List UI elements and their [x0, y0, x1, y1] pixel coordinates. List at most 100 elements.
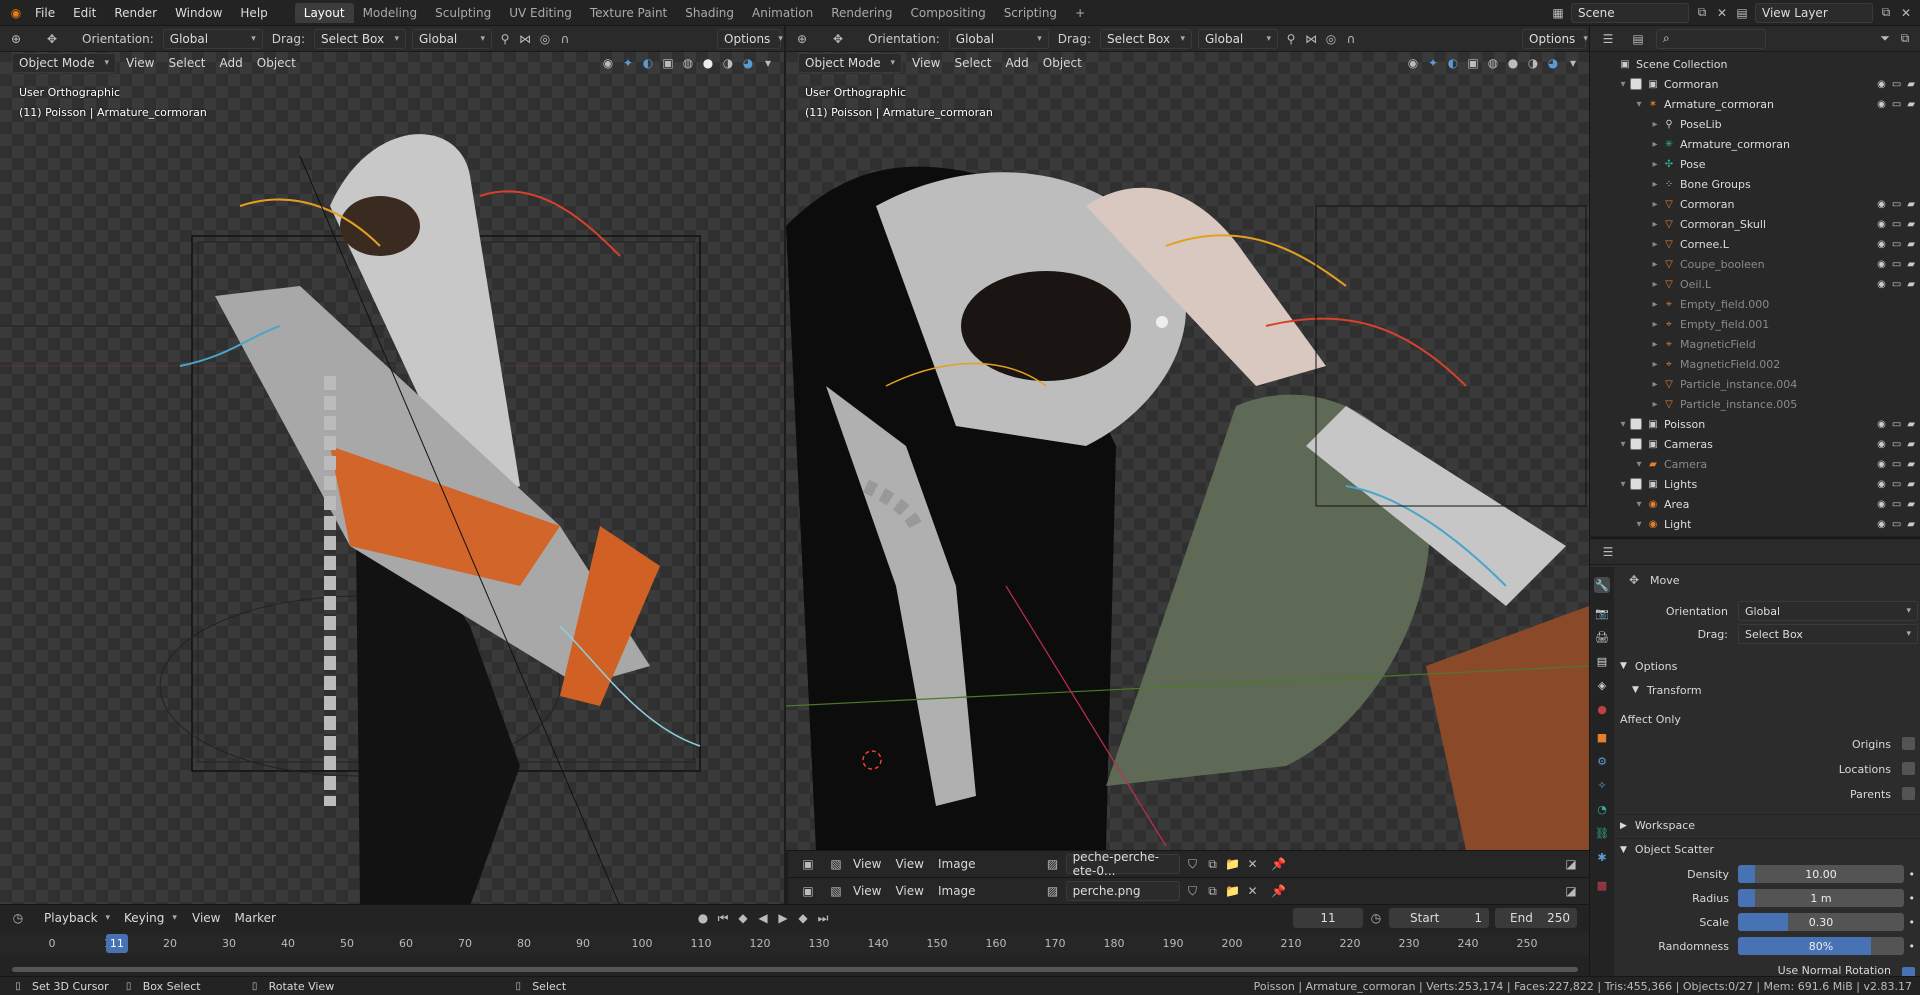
image-browse-icon[interactable]: ▨ [1043, 881, 1063, 901]
viewport-icon[interactable]: ▭ [1892, 279, 1901, 290]
fake-user-icon[interactable]: ⛉ [1183, 854, 1203, 874]
open-image-icon[interactable]: 📁 [1223, 881, 1243, 901]
outliner-row[interactable]: ▾ ✶ Armature_cormoran ◉ ▭ ▰ [1590, 94, 1920, 114]
tab-scripting[interactable]: Scripting [995, 3, 1066, 23]
outliner-row[interactable]: ▾ ◉ Area ◉ ▭ ▰ [1590, 494, 1920, 514]
object-tab-icon[interactable]: ■ [1594, 729, 1610, 745]
add-workspace-button[interactable]: + [1066, 3, 1094, 23]
world-tab-icon[interactable]: ● [1594, 701, 1610, 717]
object-scatter-panel-header[interactable]: ▼ Object Scatter [1614, 838, 1920, 860]
image-name-field[interactable]: perche.png [1065, 881, 1180, 901]
expand-toggle-icon[interactable]: ▸ [1648, 197, 1662, 211]
render-camera-icon[interactable]: ▰ [1907, 459, 1915, 470]
delete-scene-icon[interactable]: ✕ [1712, 3, 1732, 23]
falloff-icon[interactable]: ∩ [555, 29, 575, 49]
expand-toggle-icon[interactable]: ▾ [1632, 457, 1646, 471]
scene-tab-icon[interactable]: ◈ [1594, 677, 1610, 693]
menu-view[interactable]: View [888, 857, 930, 871]
parents-checkbox[interactable] [1902, 787, 1915, 800]
expand-toggle-icon[interactable]: ▸ [1648, 137, 1662, 151]
pivot-dropdown[interactable]: Global ▾ [411, 28, 492, 49]
scale-field[interactable]: 0.30 [1738, 913, 1904, 931]
outliner-row[interactable]: ▾ ▣ Lights ◉ ▭ ▰ [1590, 474, 1920, 494]
outliner-row[interactable]: ▸ ▽ Oeil.L ◉ ▭ ▰ [1590, 274, 1920, 294]
snap-icon[interactable]: ⚲ [1281, 29, 1301, 49]
view-mode-icon[interactable]: ▧ [826, 854, 846, 874]
image-browse-icon[interactable]: ▨ [1043, 854, 1063, 874]
viewport-icon[interactable]: ▭ [1892, 419, 1901, 430]
eye-icon[interactable]: ◉ [1877, 519, 1886, 530]
unlink-image-icon[interactable]: ✕ [1243, 854, 1263, 874]
expand-toggle-icon[interactable]: ▸ [1648, 317, 1662, 331]
pin-icon[interactable]: 📌 [1269, 881, 1289, 901]
outliner-row[interactable]: ▸ ⌖ MagneticField [1590, 334, 1920, 354]
display-mode-icon[interactable]: ▤ [1628, 29, 1648, 49]
eye-icon[interactable]: ◉ [1877, 219, 1886, 230]
expand-toggle-icon[interactable]: ▾ [1616, 77, 1630, 91]
prev-keyframe-icon[interactable]: ◆ [733, 908, 753, 928]
outliner-row[interactable]: ▸ ⚲ PoseLib [1590, 114, 1920, 134]
visibility-icon[interactable]: ◉ [598, 53, 618, 73]
blender-logo-icon[interactable]: ◉ [6, 3, 26, 23]
eye-icon[interactable]: ◉ [1877, 459, 1886, 470]
render-camera-icon[interactable]: ▰ [1907, 279, 1915, 290]
display-options-icon[interactable]: ◪ [1561, 881, 1581, 901]
outliner-row[interactable]: ▾ ◉ Light ◉ ▭ ▰ [1590, 514, 1920, 534]
outliner-row[interactable]: ▸ ▽ Cormoran ◉ ▭ ▰ [1590, 194, 1920, 214]
pivot-dropdown[interactable]: Global ▾ [1197, 28, 1278, 49]
menu-render[interactable]: Render [105, 6, 166, 20]
menu-file[interactable]: File [26, 6, 64, 20]
viewport-right[interactable]: ⊕ ✥ Orientation: Global ▾ Drag: Select Bo… [786, 26, 1589, 850]
view-mode-label[interactable]: View [846, 857, 888, 871]
drag-dropdown[interactable]: Select Box ▾ [313, 28, 406, 49]
editor-type-icon[interactable]: ☰ [1598, 29, 1618, 49]
menu-help[interactable]: Help [231, 6, 276, 20]
viewport-icon[interactable]: ▭ [1892, 439, 1901, 450]
expand-toggle-icon[interactable]: ▸ [1648, 397, 1662, 411]
current-frame-field[interactable]: 11 [1293, 908, 1363, 928]
shading-material-icon[interactable]: ◑ [1523, 53, 1543, 73]
menu-marker[interactable]: Marker [227, 911, 282, 925]
menu-select[interactable]: Select [947, 56, 998, 70]
collection-checkbox[interactable] [1630, 78, 1642, 90]
options-dropdown[interactable]: Options ▾ [1522, 28, 1588, 49]
overlay-icon[interactable]: ◐ [638, 53, 658, 73]
outliner-row[interactable]: ▾ ▣ Cameras ◉ ▭ ▰ [1590, 434, 1920, 454]
expand-toggle-icon[interactable]: ▾ [1632, 97, 1646, 111]
menu-view[interactable]: View [905, 56, 947, 70]
tab-compositing[interactable]: Compositing [901, 3, 994, 23]
orientation-dropdown[interactable]: Global ▾ [162, 28, 263, 49]
tab-shading[interactable]: Shading [676, 3, 743, 23]
render-camera-icon[interactable]: ▰ [1907, 499, 1915, 510]
new-view-layer-icon[interactable]: ⧉ [1876, 3, 1896, 23]
expand-toggle-icon[interactable]: ▸ [1648, 357, 1662, 371]
eye-icon[interactable]: ◉ [1877, 259, 1886, 270]
outliner-row[interactable]: ▸ ⁘ Bone Groups [1590, 174, 1920, 194]
expand-toggle-icon[interactable]: ▸ [1648, 337, 1662, 351]
menu-view[interactable]: View [119, 56, 161, 70]
editor-type-icon[interactable]: ◷ [8, 908, 28, 928]
menu-window[interactable]: Window [166, 6, 231, 20]
drag-dropdown[interactable]: Select Box ▾ [1738, 624, 1918, 644]
expand-toggle-icon[interactable]: ▾ [1632, 517, 1646, 531]
outliner-row[interactable]: ▸ ✳ Armature_cormoran [1590, 134, 1920, 154]
expand-toggle-icon[interactable]: ▸ [1648, 377, 1662, 391]
view-mode-label[interactable]: View [846, 884, 888, 898]
record-icon[interactable]: ● [693, 908, 713, 928]
overlay-icon[interactable]: ◐ [1443, 53, 1463, 73]
timeline-scrollbar[interactable] [12, 967, 1578, 972]
output-tab-icon[interactable]: 🖨 [1594, 629, 1610, 645]
editor-type-icon[interactable]: ☰ [1598, 542, 1618, 562]
end-frame-field[interactable]: End 250 [1495, 908, 1577, 928]
data-tab-icon[interactable]: ✱ [1594, 849, 1610, 865]
scene-icon[interactable]: ▦ [1548, 3, 1568, 23]
unlink-image-icon[interactable]: ✕ [1243, 881, 1263, 901]
orientation-dropdown[interactable]: Global ▾ [1738, 601, 1918, 621]
new-scene-icon[interactable]: ⧉ [1692, 3, 1712, 23]
outliner-row[interactable]: ▾ ▣ Poisson ◉ ▭ ▰ [1590, 414, 1920, 434]
expand-toggle-icon[interactable]: ▸ [1648, 177, 1662, 191]
duplicate-image-icon[interactable]: ⧉ [1203, 881, 1223, 901]
eye-icon[interactable]: ◉ [1877, 439, 1886, 450]
render-camera-icon[interactable]: ▰ [1907, 99, 1915, 110]
proportional-edit-icon[interactable]: ◎ [1321, 29, 1341, 49]
